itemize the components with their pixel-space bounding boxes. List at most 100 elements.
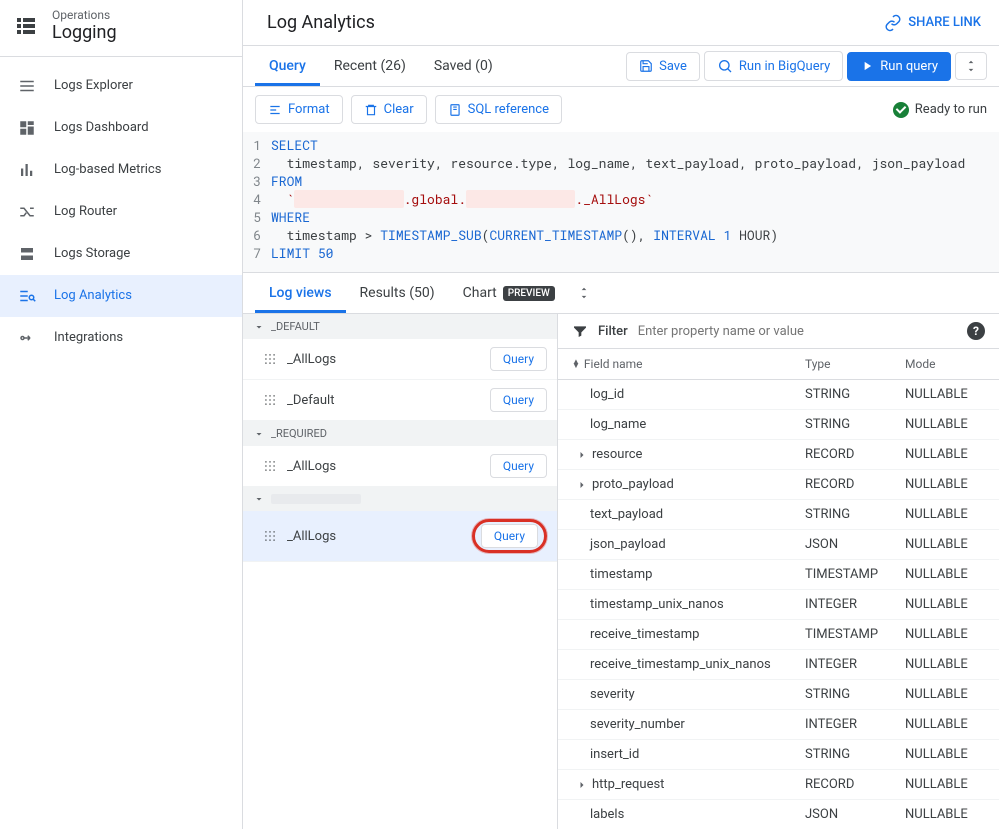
shuffle-icon: [18, 203, 36, 221]
query-view-button[interactable]: Query: [490, 388, 547, 412]
schema-row[interactable]: receive_timestamp_unix_nanosINTEGERNULLA…: [558, 650, 999, 680]
format-icon: [268, 103, 282, 117]
tab-log-views[interactable]: Log views: [255, 273, 346, 313]
schema-row[interactable]: receive_timestampTIMESTAMPNULLABLE: [558, 620, 999, 650]
link-icon: [884, 14, 902, 32]
main-content: Log Analytics SHARE LINK Query Recent (2…: [243, 0, 999, 829]
col-header-mode: Mode: [905, 357, 985, 371]
filter-label: Filter: [598, 324, 628, 339]
schema-row[interactable]: timestampTIMESTAMPNULLABLE: [558, 560, 999, 590]
schema-filter-row: Filter ?: [558, 314, 999, 349]
schema-row[interactable]: severitySTRINGNULLABLE: [558, 680, 999, 710]
schema-row[interactable]: timestamp_unix_nanosINTEGERNULLABLE: [558, 590, 999, 620]
sql-reference-button[interactable]: SQL reference: [435, 95, 562, 124]
logview-default-default[interactable]: _Default Query: [243, 380, 557, 421]
editor-toolbar: Format Clear SQL reference Ready to run: [243, 87, 999, 132]
expand-toggle-button[interactable]: [955, 52, 987, 80]
format-button[interactable]: Format: [255, 95, 343, 124]
button-label: Clear: [384, 102, 414, 117]
save-button[interactable]: Save: [626, 52, 700, 81]
field-type: JSON: [805, 537, 905, 552]
tab-query[interactable]: Query: [255, 46, 320, 86]
filter-input[interactable]: [638, 324, 957, 339]
sql-line: SELECT: [271, 136, 318, 154]
query-view-button[interactable]: Query: [490, 454, 547, 478]
group-required[interactable]: _REQUIRED: [243, 421, 557, 446]
tab-saved[interactable]: Saved (0): [420, 46, 507, 86]
field-name: text_payload: [590, 507, 663, 522]
brand-header: Operations Logging: [0, 0, 242, 57]
trash-icon: [364, 103, 378, 117]
share-link-button[interactable]: SHARE LINK: [884, 14, 981, 32]
view-label: _AllLogs: [287, 529, 336, 544]
nav-logs-explorer[interactable]: Logs Explorer: [0, 65, 242, 107]
run-bigquery-button[interactable]: Run in BigQuery: [704, 51, 843, 81]
logview-alllogs-required[interactable]: _AllLogs Query: [243, 446, 557, 487]
nav-logs-dashboard[interactable]: Logs Dashboard: [0, 107, 242, 149]
product-icon: [14, 14, 38, 38]
share-label: SHARE LINK: [908, 15, 981, 30]
chevron-down-icon: [253, 493, 265, 505]
field-type: STRING: [805, 747, 905, 762]
sql-line: WHERE: [271, 208, 310, 226]
schema-row[interactable]: severity_numberINTEGERNULLABLE: [558, 710, 999, 740]
nav-log-router[interactable]: Log Router: [0, 191, 242, 233]
run-query-button[interactable]: Run query: [847, 52, 951, 81]
tab-label: Chart: [463, 285, 497, 301]
field-name: log_name: [590, 417, 646, 432]
storage-icon: [18, 245, 36, 263]
field-mode: NULLABLE: [905, 477, 985, 492]
group-user[interactable]: [243, 487, 557, 511]
schema-row[interactable]: log_nameSTRINGNULLABLE: [558, 410, 999, 440]
expand-results-button[interactable]: [569, 280, 599, 306]
table-icon: [263, 393, 277, 407]
help-icon[interactable]: ?: [967, 322, 985, 340]
field-type: RECORD: [805, 447, 905, 462]
nav-log-analytics[interactable]: Log Analytics: [0, 275, 242, 317]
sort-icon[interactable]: ▲▼: [572, 360, 580, 368]
field-mode: NULLABLE: [905, 417, 985, 432]
schema-row[interactable]: insert_idSTRINGNULLABLE: [558, 740, 999, 770]
schema-row[interactable]: resourceRECORDNULLABLE: [558, 440, 999, 470]
query-view-button[interactable]: Query: [490, 347, 547, 371]
tab-results[interactable]: Results (50): [346, 273, 449, 313]
field-mode: NULLABLE: [905, 507, 985, 522]
field-mode: NULLABLE: [905, 537, 985, 552]
nav-log-metrics[interactable]: Log-based Metrics: [0, 149, 242, 191]
tab-chart[interactable]: Chart PREVIEW: [449, 273, 569, 313]
logview-alllogs-user[interactable]: _AllLogs Query: [243, 511, 557, 562]
schema-panel: Filter ? ▲▼ Field name Type Mode log_idS…: [558, 314, 999, 829]
schema-row[interactable]: http_requestRECORDNULLABLE: [558, 770, 999, 800]
status-ok-icon: [893, 102, 909, 118]
chevron-right-icon: [576, 779, 588, 791]
clear-button[interactable]: Clear: [351, 95, 427, 124]
field-mode: NULLABLE: [905, 657, 985, 672]
schema-row[interactable]: text_payload STRINGNULLABLE: [558, 500, 999, 530]
sql-editor[interactable]: 1SELECT 2 timestamp, severity, resource.…: [243, 132, 999, 272]
table-icon: [263, 529, 277, 543]
nav-label: Logs Explorer: [54, 78, 133, 93]
schema-row[interactable]: labelsJSONNULLABLE: [558, 800, 999, 829]
nav-logs-storage[interactable]: Logs Storage: [0, 233, 242, 275]
bigquery-icon: [717, 58, 733, 74]
schema-row[interactable]: json_payloadJSONNULLABLE: [558, 530, 999, 560]
preview-badge: PREVIEW: [503, 286, 555, 301]
chevron-right-icon: [576, 479, 588, 491]
field-type: INTEGER: [805, 597, 905, 612]
field-mode: NULLABLE: [905, 777, 985, 792]
button-label: SQL reference: [468, 102, 549, 117]
button-label: Save: [659, 59, 687, 74]
field-name: severity: [590, 687, 635, 702]
group-default[interactable]: _DEFAULT: [243, 314, 557, 339]
schema-row[interactable]: log_idSTRINGNULLABLE: [558, 380, 999, 410]
schema-row[interactable]: proto_payloadRECORDNULLABLE: [558, 470, 999, 500]
topbar: Log Analytics SHARE LINK: [243, 0, 999, 46]
field-mode: NULLABLE: [905, 597, 985, 612]
tab-recent[interactable]: Recent (26): [320, 46, 420, 86]
nav-integrations[interactable]: Integrations: [0, 317, 242, 359]
query-view-button[interactable]: Query: [481, 524, 538, 548]
list-icon: [18, 77, 36, 95]
field-type: RECORD: [805, 777, 905, 792]
field-type: STRING: [805, 507, 905, 522]
logview-alllogs-default[interactable]: _AllLogs Query: [243, 339, 557, 380]
